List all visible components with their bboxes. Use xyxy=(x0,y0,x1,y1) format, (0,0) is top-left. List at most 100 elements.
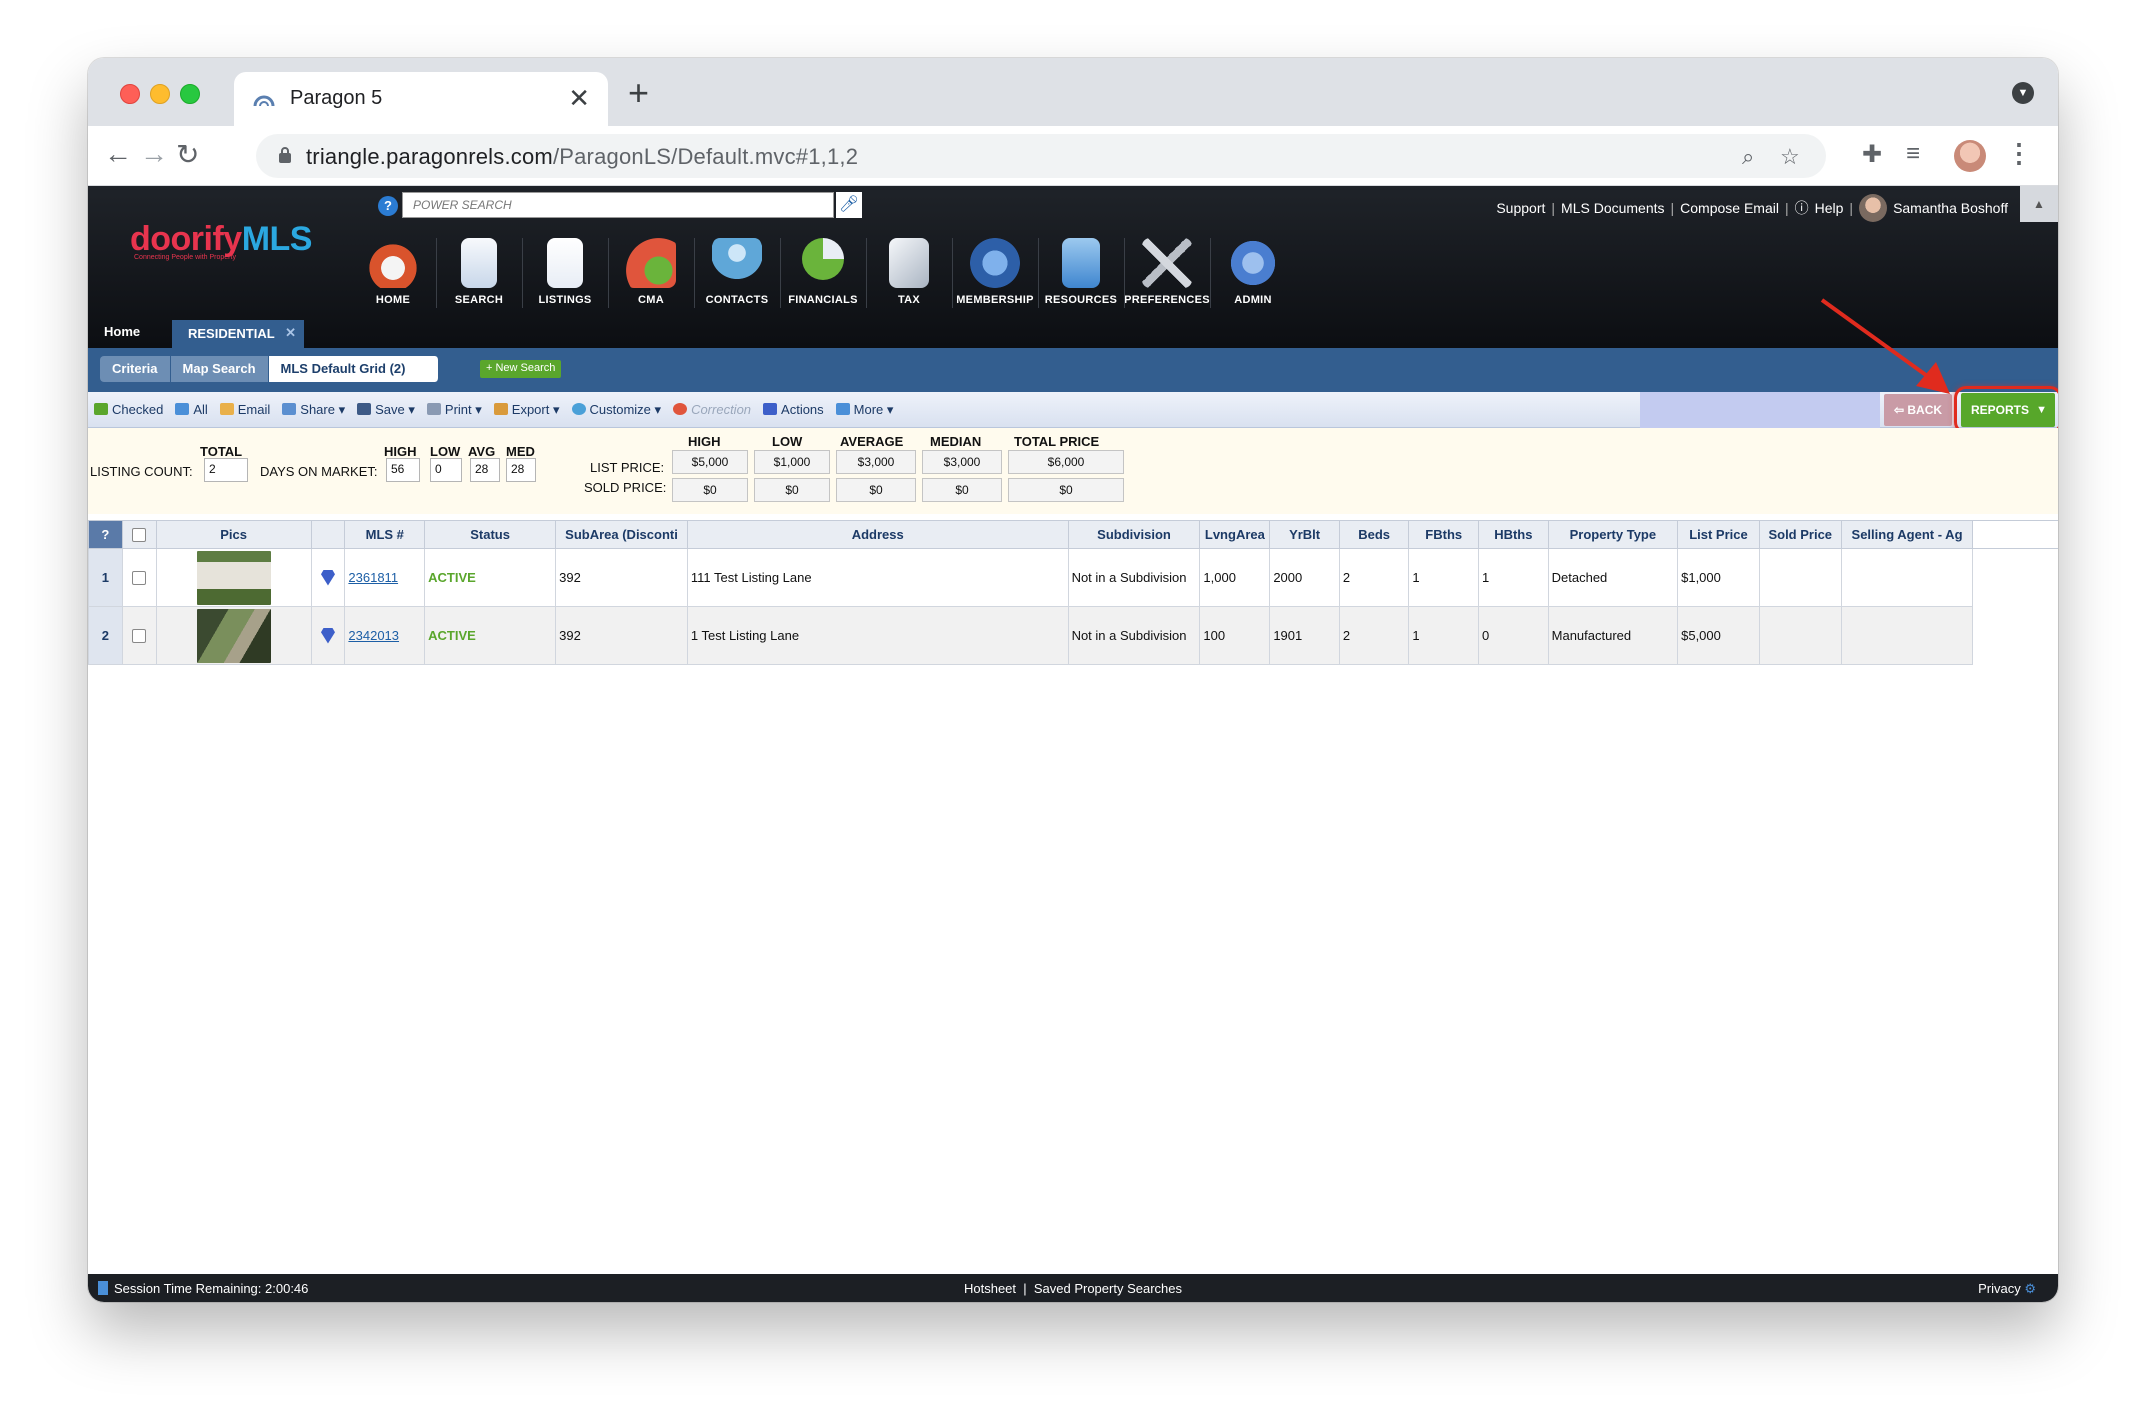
col-pics[interactable]: Pics xyxy=(155,520,312,549)
col-half-baths[interactable]: HBths xyxy=(1478,520,1549,549)
col-subarea[interactable]: SubArea (Disconti xyxy=(555,520,688,549)
privacy-link[interactable]: Privacy ⚙ xyxy=(1978,1281,2036,1297)
nav-cma[interactable]: CMA xyxy=(608,238,694,308)
tab-search-icon[interactable]: ▼ xyxy=(2012,82,2034,104)
row-number: 1 xyxy=(88,548,123,607)
extensions-icon[interactable]: ✚ xyxy=(1862,140,1882,169)
new-tab-button[interactable]: + xyxy=(628,72,649,114)
col-subdivision[interactable]: Subdivision xyxy=(1067,520,1201,549)
hotsheet-link[interactable]: Hotsheet xyxy=(964,1281,1016,1296)
power-search-help-icon[interactable]: ? xyxy=(378,196,398,216)
share-action[interactable]: Share ▾ xyxy=(282,402,345,418)
col-full-baths[interactable]: FBths xyxy=(1408,520,1480,549)
gear-icon[interactable]: ⚙ xyxy=(2024,1281,2036,1296)
actions-action[interactable]: Actions xyxy=(763,402,824,418)
minimize-window-button[interactable] xyxy=(150,84,170,104)
nav-home[interactable]: HOME xyxy=(350,238,436,306)
col-selling-agent[interactable]: Selling Agent - Ag xyxy=(1840,520,1974,549)
support-link[interactable]: Support xyxy=(1496,200,1545,216)
listing-photo[interactable] xyxy=(155,606,312,665)
grid-help-icon[interactable]: ? xyxy=(88,520,123,549)
close-window-button[interactable] xyxy=(120,84,140,104)
bookmark-star-icon[interactable]: ☆ xyxy=(1780,144,1800,170)
mls-documents-link[interactable]: MLS Documents xyxy=(1561,200,1664,216)
tab-title: Paragon 5 xyxy=(290,87,383,109)
nav-admin[interactable]: ADMIN xyxy=(1210,238,1296,308)
microphone-icon[interactable]: 🎤︎ xyxy=(836,192,862,218)
print-action[interactable]: Print ▾ xyxy=(426,402,482,418)
user-name[interactable]: Samantha Boshoff xyxy=(1893,200,2008,216)
mls-number-link[interactable]: 2361811 xyxy=(344,548,426,607)
col-beds[interactable]: Beds xyxy=(1338,520,1410,549)
row-checkbox[interactable] xyxy=(121,606,157,665)
customize-action[interactable]: Customize ▾ xyxy=(571,402,661,418)
nav-financials[interactable]: FINANCIALS xyxy=(780,238,866,308)
url-path: /ParagonLS/Default.mvc#1,1,2 xyxy=(552,144,859,169)
mls-number-link[interactable]: 2342013 xyxy=(344,606,426,665)
power-search-input[interactable]: POWER SEARCH xyxy=(402,192,834,218)
zoom-icon[interactable]: ⌕ xyxy=(1742,144,1754,170)
browser-tab[interactable]: Paragon 5 ✕ xyxy=(234,72,608,126)
reload-icon[interactable]: ↻ xyxy=(176,138,199,171)
col-year-built[interactable]: YrBlt xyxy=(1269,520,1340,549)
price-average-header: AVERAGE xyxy=(840,434,904,449)
home-tab[interactable]: Home xyxy=(104,324,140,339)
table-row[interactable]: 1 2361811 ACTIVE 392 111 Test Listing La… xyxy=(88,548,2058,607)
tab-criteria[interactable]: Criteria xyxy=(100,356,171,382)
more-action[interactable]: More ▾ xyxy=(835,402,893,418)
sold-price-total: $0 xyxy=(1008,478,1124,502)
col-status[interactable]: Status xyxy=(424,520,557,549)
select-all-checkbox[interactable] xyxy=(121,520,157,549)
row-checkbox[interactable] xyxy=(121,548,157,607)
new-search-button[interactable]: + New Search xyxy=(480,360,562,378)
reports-button[interactable]: REPORTS ▼ xyxy=(1961,393,2055,427)
export-action[interactable]: Export ▾ xyxy=(493,402,560,418)
col-list-price[interactable]: List Price xyxy=(1677,520,1760,549)
tab-map-search[interactable]: Map Search xyxy=(170,356,269,382)
back-arrow-icon[interactable]: ← xyxy=(104,138,132,170)
profile-avatar[interactable] xyxy=(1954,140,1986,172)
tab-mls-default-grid[interactable]: MLS Default Grid (2) xyxy=(268,356,439,382)
checked-action[interactable]: Checked xyxy=(94,402,163,418)
collapse-header-icon[interactable]: ▲ xyxy=(2020,186,2058,222)
save-action[interactable]: Save ▾ xyxy=(357,402,415,418)
forward-arrow-icon[interactable]: → xyxy=(140,138,168,170)
address-bar[interactable]: triangle.paragonrels.com/ParagonLS/Defau… xyxy=(256,134,1826,178)
nav-preferences[interactable]: PREFERENCES xyxy=(1124,238,1210,308)
residential-tab[interactable]: RESIDENTIAL ✕ xyxy=(172,320,304,348)
nav-resources[interactable]: RESOURCES xyxy=(1038,238,1124,308)
correction-action[interactable]: Correction xyxy=(673,402,751,418)
maximize-window-button[interactable] xyxy=(180,84,200,104)
email-action[interactable]: Email xyxy=(219,402,270,418)
user-avatar[interactable] xyxy=(1859,194,1888,222)
all-action[interactable]: All xyxy=(175,402,208,418)
nav-listings[interactable]: LISTINGS xyxy=(522,238,608,308)
pin-icon[interactable] xyxy=(310,606,346,665)
nav-membership[interactable]: MEMBERSHIP xyxy=(952,238,1038,308)
nav-search[interactable]: SEARCH xyxy=(436,238,522,308)
pin-icon[interactable] xyxy=(310,548,346,607)
back-button[interactable]: ⇦ BACK xyxy=(1884,394,1952,426)
customize-icon xyxy=(571,403,586,415)
url-text: triangle.paragonrels.com/ParagonLS/Defau… xyxy=(306,144,858,170)
col-property-type[interactable]: Property Type xyxy=(1547,520,1679,549)
col-address[interactable]: Address xyxy=(686,520,1069,549)
listing-photo[interactable] xyxy=(155,548,312,607)
col-mls[interactable]: MLS # xyxy=(344,520,426,549)
help-icon[interactable]: ⓘ xyxy=(1795,198,1809,218)
listing-table: ? Pics MLS # Status SubArea (Disconti Ad… xyxy=(88,520,2058,665)
saved-searches-link[interactable]: Saved Property Searches xyxy=(1034,1281,1182,1296)
browser-menu-icon[interactable]: ⋮ xyxy=(2006,138,2032,169)
help-link[interactable]: Help xyxy=(1815,200,1844,216)
col-living-area[interactable]: LvngArea xyxy=(1199,520,1271,549)
reading-list-icon[interactable]: ≡ xyxy=(1906,140,1920,168)
nav-tax[interactable]: TAX xyxy=(866,238,952,308)
compose-email-link[interactable]: Compose Email xyxy=(1680,200,1779,216)
col-sold-price[interactable]: Sold Price xyxy=(1758,520,1842,549)
tab-close-icon[interactable]: ✕ xyxy=(568,83,590,114)
nav-contacts[interactable]: CONTACTS xyxy=(694,238,780,308)
table-row[interactable]: 2 2342013 ACTIVE 392 1 Test Listing Lane… xyxy=(88,606,2058,665)
close-tab-icon[interactable]: ✕ xyxy=(285,325,296,341)
admin-icon xyxy=(1228,238,1278,288)
preferences-icon xyxy=(1142,238,1192,288)
